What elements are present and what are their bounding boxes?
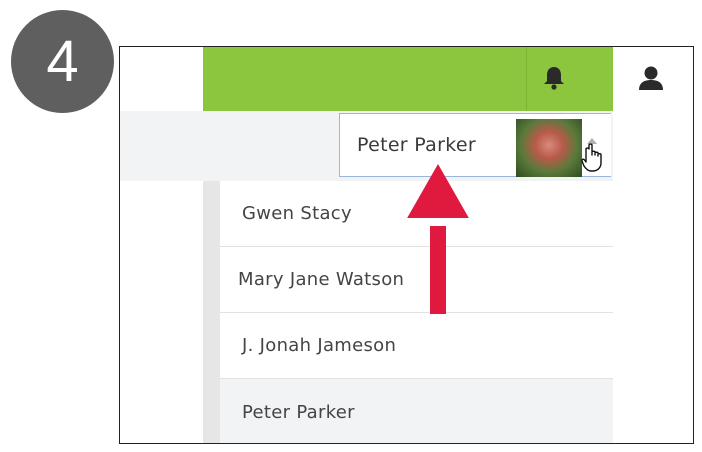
screenshot-frame: Peter Parker Gwen Stacy Mary Jane Watson…	[119, 46, 694, 444]
menu-item-label: Gwen Stacy	[242, 203, 352, 224]
menu-item-peter-parker[interactable]: Peter Parker	[220, 379, 613, 443]
menu-item-j-jonah-jameson[interactable]: J. Jonah Jameson	[220, 313, 613, 379]
menu-item-label: Peter Parker	[242, 401, 355, 423]
bell-icon[interactable]	[541, 65, 567, 91]
menu-item-label: J. Jonah Jameson	[242, 335, 397, 356]
left-strip	[203, 181, 220, 443]
account-dropdown-trigger[interactable]: Peter Parker	[339, 113, 611, 177]
top-header-bar	[203, 47, 663, 111]
hand-cursor-icon	[581, 143, 602, 172]
selected-account-name: Peter Parker	[357, 134, 476, 156]
header-divider	[526, 47, 527, 111]
red-arrow-pointer	[406, 164, 470, 314]
user-icon[interactable]	[636, 63, 666, 93]
avatar	[516, 119, 582, 177]
menu-item-label: Mary Jane Watson	[238, 269, 405, 290]
step-number-badge: 4	[11, 10, 114, 113]
